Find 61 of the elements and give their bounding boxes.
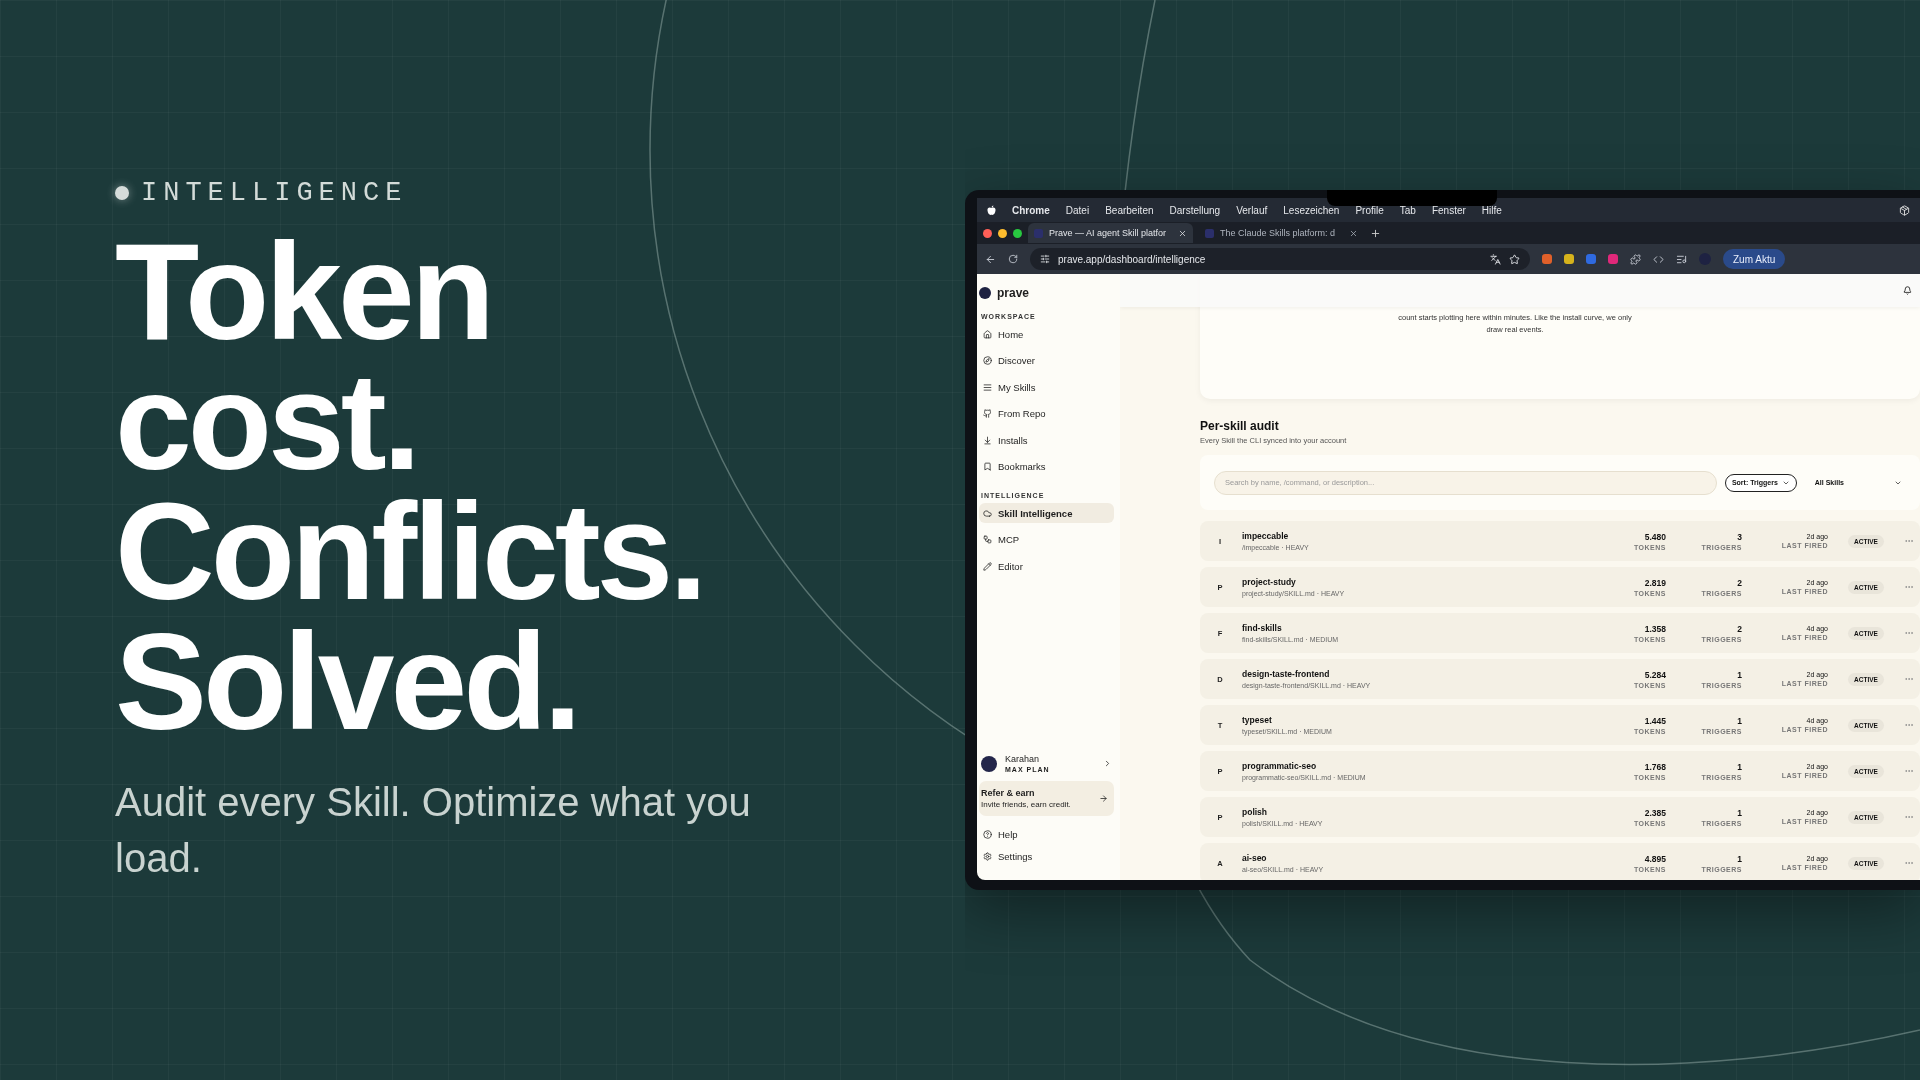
skill-name: design-taste-frontend — [1242, 669, 1331, 679]
skill-name: polish — [1242, 807, 1269, 817]
trigger-count: 1 — [1737, 715, 1742, 726]
trigger-count: 1 — [1737, 669, 1742, 680]
subtitle: Audit every Skill. Optimize what you load. — [115, 779, 752, 882]
menu-item[interactable]: Bearbeiten — [1105, 204, 1154, 216]
trigger-count: 1 — [1737, 761, 1742, 772]
skill-name: find-skills — [1242, 623, 1283, 633]
skill-name: programmatic-seo — [1242, 761, 1318, 771]
refer-title: Refer & earn — [981, 788, 1036, 798]
sidebar-item[interactable]: Bookmarks — [979, 456, 1114, 477]
eyebrow-label: INTELLIGENCE — [141, 178, 408, 208]
browser-tab[interactable]: Prave — AI agent Skill platfor — [1028, 223, 1193, 243]
token-count: 4.895 — [1644, 853, 1666, 864]
sidebar-item[interactable]: Home — [979, 324, 1114, 344]
sidebar-item[interactable]: My Skills — [979, 377, 1114, 397]
menu-item[interactable]: Profile — [1355, 204, 1384, 216]
token-count: 1.358 — [1644, 623, 1666, 634]
token-count: 2.819 — [1644, 577, 1666, 588]
trigger-count: 1 — [1737, 807, 1742, 818]
sidebar-item[interactable]: Editor — [979, 556, 1114, 576]
address-bar[interactable]: prave.app/dashboard/intelligence — [1030, 248, 1530, 270]
sidebar-item[interactable]: Discover — [979, 350, 1114, 371]
menu-item[interactable]: Fenster — [1431, 204, 1466, 216]
sidebar-item[interactable]: MCP — [979, 529, 1114, 550]
sidebar-item[interactable]: Installs — [979, 430, 1114, 450]
token-count: 5.480 — [1644, 531, 1666, 542]
headline: Solved. — [115, 616, 579, 746]
headline: cost. — [115, 356, 419, 486]
trigger-count: 2 — [1737, 623, 1742, 634]
menu-item[interactable]: Hilfe — [1481, 204, 1502, 216]
trigger-count: 3 — [1737, 531, 1742, 542]
skill-name: project-study — [1242, 577, 1297, 587]
user-name: Karahan — [1005, 754, 1041, 764]
skill-name: impeccable — [1242, 531, 1290, 541]
sidebar-item[interactable]: From Repo — [979, 403, 1114, 424]
skill-name: ai-seo — [1242, 853, 1268, 863]
skill-name: typeset — [1242, 715, 1273, 725]
sidebar-item[interactable]: Settings — [979, 848, 1114, 864]
token-count: 5.284 — [1644, 669, 1666, 680]
menu-item[interactable]: Darstellung — [1169, 204, 1221, 216]
menu-item[interactable]: Lesezeichen — [1283, 204, 1340, 216]
update-button[interactable]: Zum Aktu — [1723, 249, 1786, 269]
refer-card[interactable]: Refer & earn Invite friends, earn credit. — [979, 781, 1114, 816]
menu-item[interactable]: Verlauf — [1236, 204, 1268, 216]
refer-subtitle: Invite friends, earn credit. — [981, 800, 1072, 809]
headline: Token — [115, 226, 493, 356]
sidebar-item[interactable]: Help — [979, 826, 1114, 842]
menu-item[interactable]: Tab — [1399, 204, 1416, 216]
menu-item[interactable]: Chrome — [1012, 204, 1050, 216]
brand-name: prave — [997, 286, 1030, 300]
headline: Conflicts. — [115, 486, 705, 616]
trigger-count: 1 — [1737, 853, 1742, 864]
trigger-count: 2 — [1737, 577, 1742, 588]
token-count: 2.385 — [1644, 807, 1666, 818]
section-title: Per-skill audit — [1200, 419, 1280, 433]
sidebar-item[interactable]: Skill Intelligence — [979, 503, 1114, 523]
menu-item[interactable]: Datei — [1065, 204, 1090, 216]
token-count: 1.768 — [1644, 761, 1666, 772]
token-count: 1.445 — [1644, 715, 1666, 726]
browser-tab[interactable]: The Claude Skills platform: d — [1199, 223, 1364, 243]
